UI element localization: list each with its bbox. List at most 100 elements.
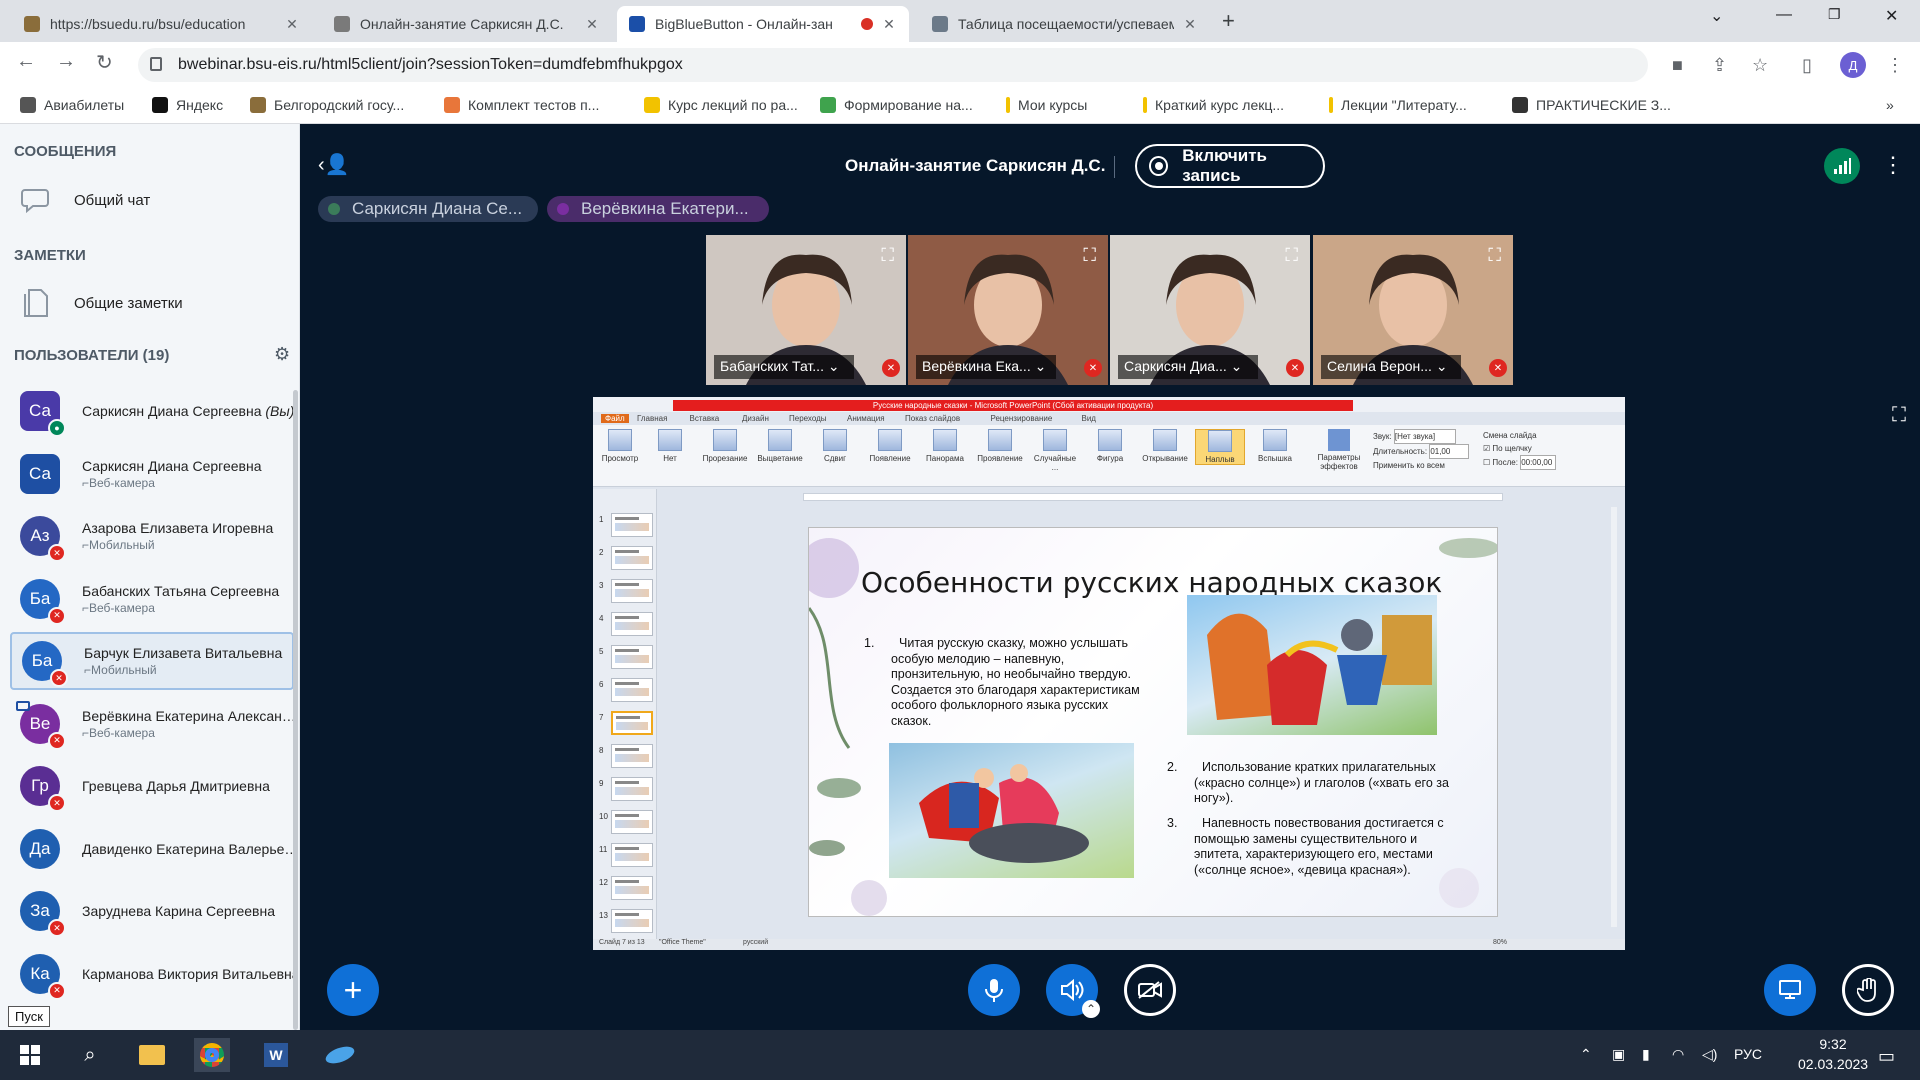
windows-start-icon[interactable] [12,1038,48,1072]
toggle-userlist-icon[interactable]: ‹👤 [318,152,350,177]
slide-thumbnail[interactable] [611,645,653,669]
close-tab-icon[interactable]: ✕ [284,16,300,33]
bookmark-star-icon[interactable]: ☆ [1752,55,1768,76]
reload-icon[interactable]: ↻ [96,50,113,75]
user-list-item[interactable]: Да Давиденко Екатерина Валерьевна [10,820,294,878]
video-tile[interactable]: Саркисян Диа... ⌄ ✕ ⛶ [1110,235,1310,385]
address-bar[interactable]: bwebinar.bsu-eis.ru/html5client/join?ses… [138,48,1648,82]
public-chat-item[interactable]: Общий чат [20,186,150,214]
slide-thumbnail[interactable] [611,513,653,537]
tray-mic-icon[interactable]: ▮ [1642,1046,1650,1063]
user-list-item[interactable]: Ба ✕ Барчук Елизавета Витальевна ⌐Мобильны… [10,632,294,690]
transition-button[interactable]: Панорама [920,429,970,463]
bookmark-item[interactable]: ПРАКТИЧЕСКИЕ З... [1512,97,1671,113]
share-icon[interactable]: ⇪ [1712,55,1727,76]
slide-thumbnail[interactable] [611,612,653,636]
camera-icon[interactable]: ■ [1672,55,1683,76]
bookmark-item[interactable]: Авиабилеты [20,97,124,113]
close-tab-icon[interactable]: ✕ [881,16,897,33]
fullscreen-icon[interactable]: ⛶ [1488,245,1501,266]
user-list-item[interactable]: Ба ✕ Бабанских Татьяна Сергеевна ⌐Веб-каме… [10,570,294,628]
transition-button[interactable]: Вспышка [1250,429,1300,463]
chrome-icon[interactable] [194,1038,230,1072]
user-list-item[interactable]: Ка ✕ Карманова Виктория Витальевна [10,945,294,1003]
video-user-name[interactable]: Селина Верон... ⌄ [1321,355,1461,379]
transition-button[interactable]: Сдвиг [810,429,860,463]
record-button[interactable]: Включить запись [1135,144,1325,188]
back-icon[interactable]: ← [16,50,36,73]
video-user-name[interactable]: Бабанских Тат... ⌄ [714,355,854,379]
slide-thumbnail[interactable] [611,777,653,801]
tray-language[interactable]: РУС [1734,1046,1762,1062]
video-tile[interactable]: Селина Верон... ⌄ ✕ ⛶ [1313,235,1513,385]
menu-kebab-icon[interactable]: ⋮ [1886,55,1904,76]
minimize-button[interactable]: — [1776,6,1792,24]
mic-button[interactable] [968,964,1020,1016]
pp-menu-item[interactable]: Рецензирование [991,414,1053,423]
maximize-button[interactable]: ❐ [1828,6,1841,23]
pp-menu-item[interactable]: Анимация [847,414,885,423]
transition-button[interactable]: Случайные ... [1030,429,1080,472]
transition-button[interactable]: Выцветание [755,429,805,463]
pp-menu-item[interactable]: Файл [601,414,629,423]
slide-thumbnail[interactable] [611,744,653,768]
transition-button[interactable]: Появление [865,429,915,463]
raise-hand-button[interactable] [1842,964,1894,1016]
browser-tab[interactable]: Таблица посещаемости/успеваем ✕ [920,6,1210,42]
close-tab-icon[interactable]: ✕ [584,16,600,33]
slide-thumbnail[interactable] [611,579,653,603]
pp-scrollbar[interactable] [1611,507,1617,927]
slide-thumbnail[interactable] [611,810,653,834]
actions-plus-button[interactable]: + [327,964,379,1016]
pp-menu-item[interactable]: Дизайн [742,414,769,423]
pp-menu-item[interactable]: Главная [637,414,667,423]
bookmark-item[interactable]: Комплект тестов п... [444,97,599,113]
screen-share-button[interactable] [1764,964,1816,1016]
presentation-area[interactable]: Русские народные сказки - Microsoft Powe… [593,397,1625,950]
search-icon[interactable]: ⌕ [72,1038,108,1072]
bookmark-item[interactable]: Яндекс [152,97,223,113]
video-user-name[interactable]: Саркисян Диа... ⌄ [1118,355,1258,379]
transition-button[interactable]: Открывание [1140,429,1190,463]
connection-status-icon[interactable] [1824,148,1860,184]
slide-thumbnail[interactable] [611,711,653,735]
sidepanel-icon[interactable]: ▯ [1802,55,1812,76]
bookmark-item[interactable]: Формирование на... [820,97,973,113]
tab-search-icon[interactable]: ⌄ [1710,6,1723,26]
user-list-item[interactable]: Ве ✕ Верёвкина Екатерина Александр... ⌐Веб… [10,695,294,753]
fullscreen-icon[interactable]: ⛶ [881,245,894,266]
bookmark-item[interactable]: Лекции "Литерату... [1329,97,1467,113]
browser-tab[interactable]: https://bsuedu.ru/bsu/education ✕ [12,6,312,42]
effect-params-button[interactable]: Параметры эффектов [1315,429,1363,471]
video-tile[interactable]: Верёвкина Ека... ⌄ ✕ ⛶ [908,235,1108,385]
fullscreen-icon[interactable]: ⛶ [1285,245,1298,266]
slide-thumbnail[interactable] [611,876,653,900]
pp-menu-item[interactable]: Вид [1082,414,1096,423]
file-explorer-icon[interactable] [134,1038,170,1072]
transition-button[interactable]: Проявление [975,429,1025,463]
video-tile[interactable]: Бабанских Тат... ⌄ ✕ ⛶ [706,235,906,385]
close-window-button[interactable]: ✕ [1885,6,1898,26]
pp-menu-item[interactable]: Вставка [690,414,720,423]
fullscreen-icon[interactable]: ⛶ [1892,404,1906,427]
transition-button[interactable]: Прорезание [700,429,750,463]
slide-thumbnail[interactable] [611,546,653,570]
users-scrollbar[interactable] [293,390,298,1030]
user-list-item[interactable]: За ✕ Заруднева Карина Сергеевна [10,882,294,940]
word-icon[interactable]: W [258,1038,294,1072]
new-tab-button[interactable]: + [1222,8,1235,34]
fullscreen-icon[interactable]: ⛶ [1083,245,1096,266]
user-list-item[interactable]: Аз ✕ Азарова Елизавета Игоревна ⌐Мобильный [10,507,294,565]
pp-menu-item[interactable]: Показ слайдов [905,414,960,423]
bookmark-item[interactable]: Белгородский госу... [250,97,404,113]
slide-thumbnail[interactable] [611,909,653,933]
bookmarks-more-button[interactable]: » [1886,97,1894,113]
video-user-name[interactable]: Верёвкина Ека... ⌄ [916,355,1056,379]
tray-wifi-icon[interactable]: ◠ [1672,1046,1684,1063]
pp-menu-item[interactable]: Переходы [789,414,827,423]
preview-button[interactable]: Просмотр [595,429,645,463]
options-kebab-icon[interactable]: ⋮ [1882,152,1904,178]
browser-tab[interactable]: Онлайн-занятие Саркисян Д.С. ✕ [322,6,612,42]
shared-notes-item[interactable]: Общие заметки [20,289,183,317]
slide-thumbnail[interactable] [611,678,653,702]
